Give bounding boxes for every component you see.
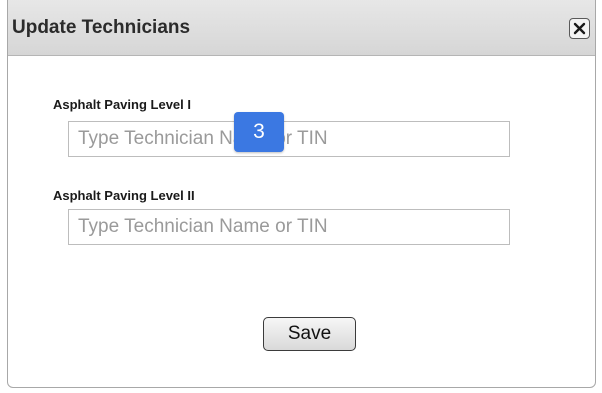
update-technicians-dialog: Update Technicians Asphalt Paving Level … [7,0,596,388]
dialog-titlebar: Update Technicians [8,0,595,56]
save-button[interactable]: Save [263,317,356,351]
annotation-badge: 3 [234,112,284,152]
close-icon [573,22,586,35]
asphalt-paving-level-2-input[interactable] [68,209,510,245]
asphalt-paving-level-1-label: Asphalt Paving Level I [53,97,191,112]
dialog-title: Update Technicians [12,17,191,38]
asphalt-paving-level-1-input[interactable] [68,121,510,157]
close-button[interactable] [569,18,590,39]
asphalt-paving-level-2-label: Asphalt Paving Level II [53,188,195,203]
